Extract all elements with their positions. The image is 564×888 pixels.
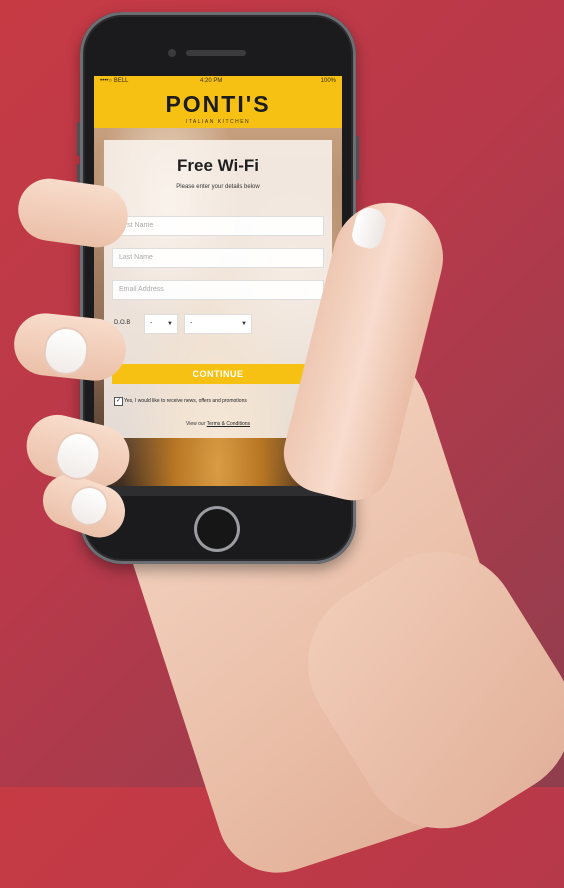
last-name-input[interactable]: Last Name — [112, 248, 324, 268]
chevron-down-icon: ▼ — [167, 321, 173, 327]
dob-day-value: - — [150, 320, 153, 327]
front-camera — [168, 49, 176, 57]
dob-day-select[interactable]: - ▼ — [144, 314, 178, 334]
volume-up-button — [77, 122, 80, 156]
email-input[interactable]: Email Address — [112, 280, 324, 300]
first-name-input[interactable]: First Name — [112, 216, 324, 236]
dob-month-select[interactable]: - ▼ — [184, 314, 252, 334]
form-title: Free Wi-Fi — [176, 156, 260, 175]
earpiece-speaker — [186, 50, 246, 56]
home-button — [194, 506, 240, 552]
terms-link[interactable]: Terms & Conditions — [207, 421, 250, 427]
terms-prefix: View our — [185, 421, 206, 427]
form-subtitle: Please enter your details below — [176, 184, 260, 190]
optin-checkbox[interactable]: ✓ — [114, 397, 123, 406]
status-bar: ••••○ BELL 4:20 PM 100% — [94, 76, 342, 88]
brand-tagline: ITALIAN KITCHEN — [185, 119, 251, 125]
chevron-down-icon: ▼ — [241, 321, 247, 327]
dob-label-text: D.O.B — [114, 320, 131, 326]
optin-label: Yes, I would like to receive news, offer… — [124, 398, 247, 404]
dob-label: D.O.B — [114, 320, 130, 327]
status-time: 4:20 PM — [200, 78, 223, 84]
carrier-label: ••••○ BELL — [100, 78, 129, 84]
brand-logo: PONTI'S — [165, 91, 271, 117]
brand-header: PONTI'S ITALIAN KITCHEN — [94, 88, 342, 128]
battery-label: 100% — [320, 78, 336, 84]
dob-month-value: - — [190, 320, 193, 327]
power-button — [356, 136, 359, 180]
continue-button[interactable]: CONTINUE — [112, 364, 324, 384]
